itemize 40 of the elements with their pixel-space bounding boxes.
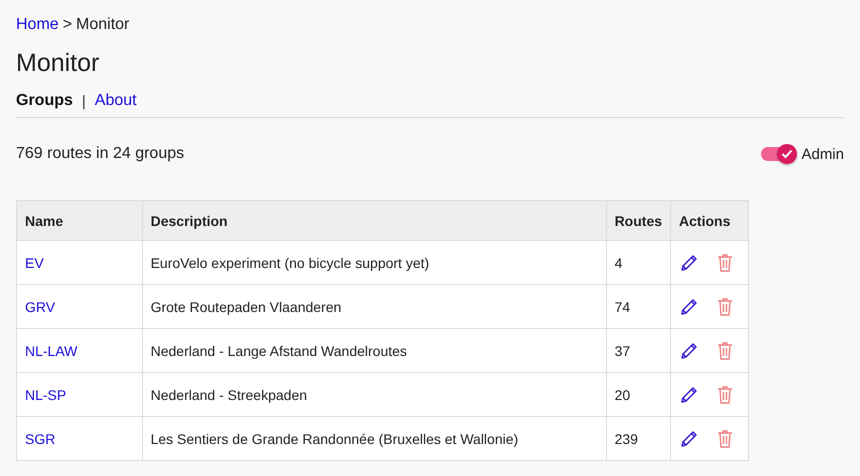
summary-text: 769 routes in 24 groups <box>16 145 184 163</box>
delete-trash-icon[interactable] <box>717 429 734 449</box>
table-cell: 74 <box>606 284 671 328</box>
admin-switch[interactable] <box>761 147 796 161</box>
group-link[interactable]: EV <box>25 255 44 271</box>
table-cell: Les Sentiers de Grande Randonnée (Bruxelles et Wallonie) <box>142 416 606 460</box>
table-cell: 4 <box>606 240 671 284</box>
table-cell: 37 <box>606 328 671 372</box>
breadcrumb-separator: > <box>62 15 72 35</box>
table-cell: 239 <box>606 416 671 460</box>
edit-pencil-icon[interactable] <box>679 341 700 361</box>
edit-pencil-icon[interactable] <box>679 297 700 317</box>
group-link[interactable]: SGR <box>25 431 56 447</box>
edit-pencil-icon[interactable] <box>679 385 700 405</box>
edit-pencil-icon[interactable] <box>679 429 700 449</box>
column-header: Name <box>16 200 142 240</box>
delete-trash-icon[interactable] <box>717 253 734 273</box>
column-header: Description <box>142 200 606 240</box>
delete-trash-icon[interactable] <box>717 341 734 361</box>
table-cell: Nederland - Streekpaden <box>142 372 606 416</box>
breadcrumb-link[interactable]: Home <box>16 14 59 36</box>
table-cell: Grote Routepaden Vlaanderen <box>142 284 606 328</box>
table-cell: EuroVelo experiment (no bicycle support yet) <box>142 240 606 284</box>
tab-separator: | <box>82 92 86 110</box>
table-cell: 20 <box>606 372 671 416</box>
column-header: Actions <box>670 200 748 240</box>
tab[interactable]: Groups <box>16 92 73 110</box>
switch-label: Admin <box>801 146 844 162</box>
column-header: Routes <box>606 200 671 240</box>
page-title: Monitor <box>16 48 100 78</box>
group-link[interactable]: GRV <box>25 299 56 315</box>
group-link[interactable]: NL-LAW <box>25 343 78 359</box>
table-cell: Nederland - Lange Afstand Wandelroutes <box>142 328 606 372</box>
delete-trash-icon[interactable] <box>717 385 734 405</box>
check-icon <box>781 149 794 159</box>
group-link[interactable]: NL-SP <box>25 387 66 403</box>
breadcrumb-current: Monitor <box>76 15 130 35</box>
tab[interactable]: About <box>94 92 137 110</box>
edit-pencil-icon[interactable] <box>679 253 700 273</box>
delete-trash-icon[interactable] <box>717 297 734 317</box>
